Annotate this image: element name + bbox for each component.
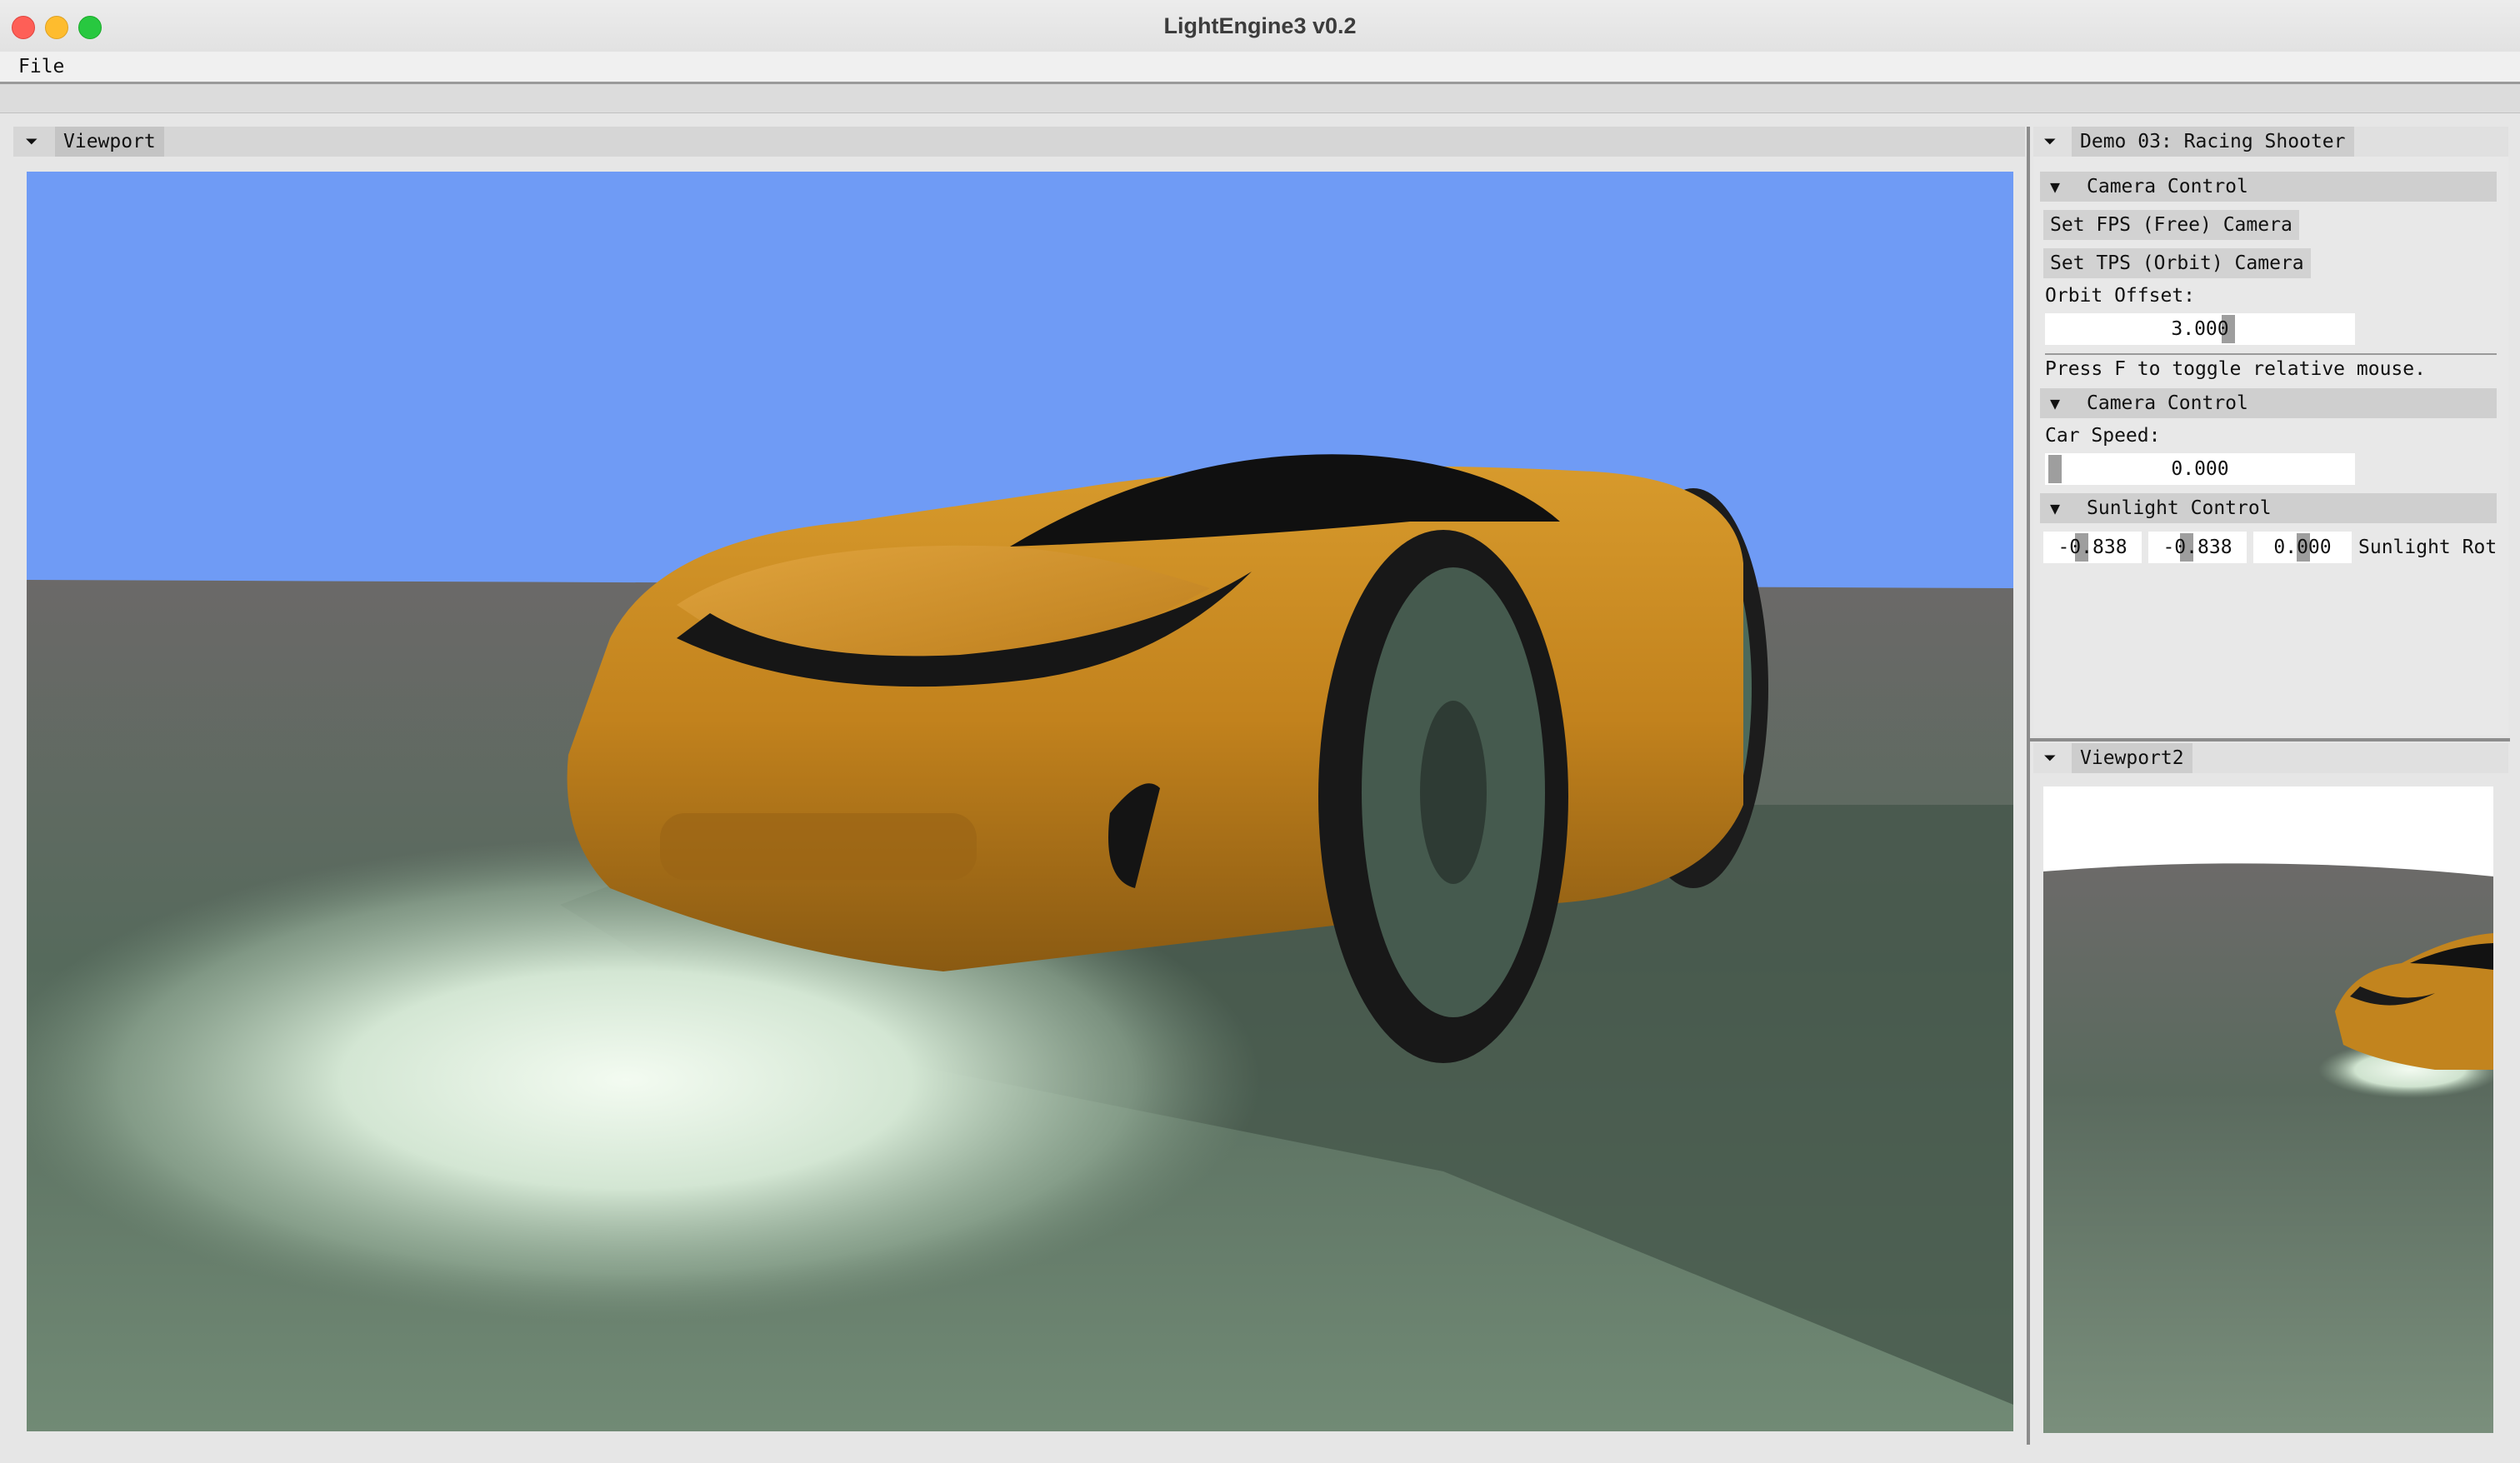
secondary-viewport-scene: [2043, 786, 2493, 1433]
demo-panel: ▼ Camera Control Set FPS (Free) Camera S…: [2033, 157, 2508, 735]
camera-control-header[interactable]: ▼ Camera Control: [2040, 172, 2497, 202]
orbit-offset-label: Orbit Offset:: [2045, 285, 2196, 307]
sunlight-rot-y[interactable]: -0.838: [2148, 532, 2247, 563]
car-speed-slider[interactable]: 0.000: [2045, 453, 2355, 485]
demo-tab[interactable]: Demo 03: Racing Shooter: [2072, 127, 2354, 157]
car-control-header[interactable]: ▼ Camera Control: [2040, 388, 2497, 418]
car-speed-label: Car Speed:: [2045, 425, 2161, 447]
menu-bar: File: [0, 52, 2520, 84]
sunlight-rot-label: Sunlight Rot: [2358, 537, 2498, 558]
viewport-collapse-icon[interactable]: ⏷: [23, 133, 40, 150]
menu-file[interactable]: File: [18, 52, 64, 82]
orbit-offset-value: 3.000: [2171, 318, 2229, 340]
relative-mouse-hint: Press F to toggle relative mouse.: [2045, 358, 2426, 380]
demo-tab-bar: ⏷ Demo 03: Racing Shooter: [2033, 127, 2508, 157]
triangle-down-icon: ▼: [2050, 393, 2061, 413]
title-bar: LightEngine3 v0.2: [0, 0, 2520, 52]
vertical-splitter[interactable]: [2027, 127, 2030, 1445]
viewport-tab[interactable]: Viewport: [55, 127, 164, 157]
horizontal-splitter[interactable]: [2030, 738, 2510, 741]
viewport2-tab[interactable]: Viewport2: [2072, 743, 2192, 773]
viewport-tab-bar: ⏷ Viewport: [13, 127, 2025, 157]
triangle-down-icon: ▼: [2050, 177, 2061, 197]
slider-grab[interactable]: [2048, 455, 2062, 483]
main-viewport[interactable]: [27, 172, 2013, 1431]
secondary-viewport[interactable]: [2043, 786, 2493, 1433]
main-viewport-scene: [27, 172, 2013, 1431]
dock-strip: [0, 84, 2520, 113]
demo-collapse-icon[interactable]: ⏷: [2042, 133, 2058, 150]
separator: [2045, 353, 2497, 355]
sunlight-rot-z[interactable]: 0.000: [2253, 532, 2352, 563]
window-title: LightEngine3 v0.2: [1163, 13, 1357, 38]
viewport2-collapse-icon[interactable]: ⏷: [2042, 750, 2058, 766]
set-tps-camera-button[interactable]: Set TPS (Orbit) Camera: [2043, 248, 2311, 278]
triangle-down-icon: ▼: [2050, 498, 2061, 518]
orbit-offset-slider[interactable]: 3.000: [2045, 313, 2355, 345]
sunlight-control-header[interactable]: ▼ Sunlight Control: [2040, 493, 2497, 523]
car-speed-value: 0.000: [2171, 458, 2229, 480]
viewport2-tab-bar: ⏷ Viewport2: [2033, 743, 2508, 773]
set-fps-camera-button[interactable]: Set FPS (Free) Camera: [2043, 210, 2299, 240]
sunlight-rot-x[interactable]: -0.838: [2043, 532, 2142, 563]
